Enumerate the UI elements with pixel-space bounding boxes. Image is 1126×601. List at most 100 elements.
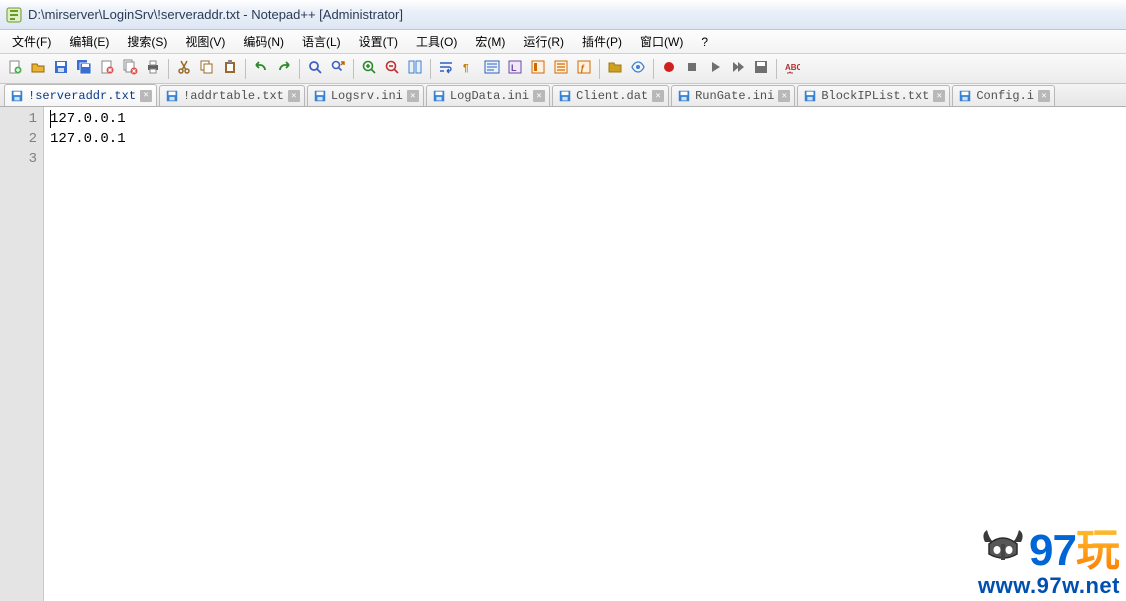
toolbar-separator [168,59,169,79]
tab--addrtable-txt[interactable]: !addrtable.txt ✕ [159,85,305,106]
text-caret [50,110,51,128]
record-button[interactable] [658,58,680,80]
func-list-button[interactable]: ƒ [573,58,595,80]
save-icon [558,89,572,103]
word-wrap-button[interactable] [435,58,457,80]
open-button[interactable] [27,58,49,80]
save-icon [432,89,446,103]
svg-text:ABC: ABC [785,63,800,72]
print-button[interactable] [142,58,164,80]
svg-text:L: L [511,63,517,73]
menu-item-11[interactable]: 窗口(W) [632,31,691,52]
replace-icon [330,59,346,78]
zoom-out-icon [384,59,400,78]
save-button[interactable] [50,58,72,80]
line-number-gutter: 123 [0,107,44,601]
tab-label: Config.i [976,89,1034,103]
tab-close-button[interactable]: ✕ [1038,90,1050,102]
menu-item-6[interactable]: 设置(T) [351,31,406,52]
close-all-icon [122,59,138,78]
redo-icon [276,59,292,78]
tab-blockiplist-txt[interactable]: BlockIPList.txt✕ [797,85,950,106]
close-icon [99,59,115,78]
tab-config-i[interactable]: Config.i ✕ [952,85,1055,106]
line-number: 1 [0,109,37,129]
user-lang-icon: L [507,59,523,78]
text-line[interactable]: 127.0.0.1 [50,129,1126,149]
tab-logsrv-ini[interactable]: Logsrv.ini ✕ [307,85,424,106]
tab-close-button[interactable]: ✕ [933,90,945,102]
tab-label: !addrtable.txt [183,89,284,103]
tab-label: RunGate.ini [695,89,774,103]
tab-close-button[interactable]: ✕ [652,90,664,102]
menu-item-10[interactable]: 插件(P) [574,31,630,52]
play-button[interactable] [704,58,726,80]
play-multi-button[interactable] [727,58,749,80]
copy-button[interactable] [196,58,218,80]
save-icon [803,89,817,103]
indent-guide-button[interactable] [481,58,503,80]
menu-item-8[interactable]: 宏(M) [467,31,513,52]
doc-list-button[interactable] [550,58,572,80]
tab-close-button[interactable]: ✕ [140,90,152,102]
zoom-in-icon [361,59,377,78]
tab-client-dat[interactable]: Client.dat✕ [552,85,669,106]
tab-close-button[interactable]: ✕ [288,90,300,102]
stop-button[interactable] [681,58,703,80]
tab-logdata-ini[interactable]: LogData.ini ✕ [426,85,550,106]
new-icon [7,59,23,78]
menu-item-4[interactable]: 编码(N) [235,31,292,52]
func-list-icon: ƒ [576,59,592,78]
undo-button[interactable] [250,58,272,80]
toolbar-separator [245,59,246,79]
new-button[interactable] [4,58,26,80]
menu-item-9[interactable]: 运行(R) [515,31,572,52]
monitor-button[interactable] [627,58,649,80]
save-macro-icon [753,59,769,78]
cut-button[interactable] [173,58,195,80]
text-line[interactable] [50,149,1126,169]
redo-button[interactable] [273,58,295,80]
tab-label: Logsrv.ini [331,89,403,103]
stop-icon [684,59,700,78]
zoom-out-button[interactable] [381,58,403,80]
close-all-button[interactable] [119,58,141,80]
tab-close-button[interactable]: ✕ [407,90,419,102]
find-button[interactable] [304,58,326,80]
menu-item-0[interactable]: 文件(F) [4,31,59,52]
monitor-icon [630,59,646,78]
save-macro-button[interactable] [750,58,772,80]
tab--serveraddr-txt[interactable]: !serveraddr.txt✕ [4,84,157,106]
toolbar-separator [430,59,431,79]
menu-item-7[interactable]: 工具(O) [408,31,465,52]
replace-button[interactable] [327,58,349,80]
tab-bar: !serveraddr.txt✕!addrtable.txt✕Logsrv.in… [0,84,1126,107]
menu-item-12[interactable]: ? [693,33,716,51]
folder-button[interactable] [604,58,626,80]
zoom-in-button[interactable] [358,58,380,80]
paste-button[interactable] [219,58,241,80]
tab-label: LogData.ini [450,89,529,103]
show-all-button[interactable]: ¶ [458,58,480,80]
spell-check-button[interactable]: ABC [781,58,803,80]
sync-button[interactable] [404,58,426,80]
tab-close-button[interactable]: ✕ [533,90,545,102]
paste-icon [222,59,238,78]
svg-text:¶: ¶ [463,63,469,74]
save-all-button[interactable] [73,58,95,80]
tab-close-button[interactable]: ✕ [778,90,790,102]
copy-icon [199,59,215,78]
user-lang-button[interactable]: L [504,58,526,80]
text-line[interactable]: 127.0.0.1 [50,109,1126,129]
menu-item-2[interactable]: 搜索(S) [119,31,175,52]
menu-item-5[interactable]: 语言(L) [294,31,349,52]
spell-check-icon: ABC [784,59,800,78]
tab-rungate-ini[interactable]: RunGate.ini ✕ [671,85,795,106]
toolbar-separator [599,59,600,79]
text-content[interactable]: 127.0.0.1127.0.0.1 [44,107,1126,601]
save-all-icon [76,59,92,78]
menu-item-1[interactable]: 编辑(E) [61,31,117,52]
menu-item-3[interactable]: 视图(V) [177,31,233,52]
close-button[interactable] [96,58,118,80]
doc-map-button[interactable] [527,58,549,80]
